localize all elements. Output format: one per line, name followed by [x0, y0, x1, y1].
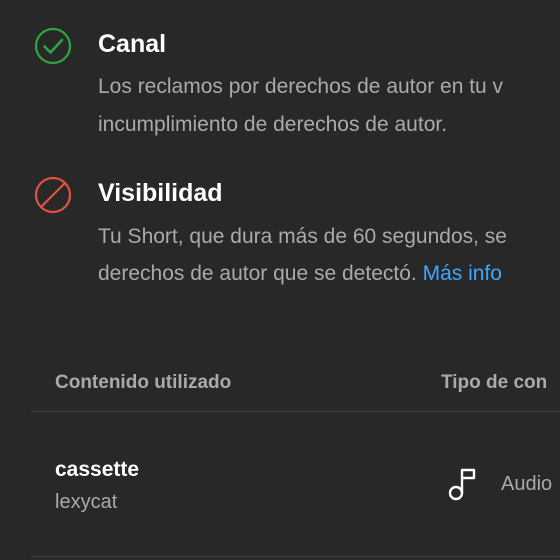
track-artist: lexycat	[55, 491, 118, 513]
column-header-content-used: Contenido utilizado	[55, 372, 232, 393]
visibility-description-line-1: Tu Short, que dura más de 60 segundos, s…	[98, 225, 507, 248]
visibility-description-text: derechos de autor que se detectó.	[98, 262, 417, 285]
table-row[interactable]: cassette lexycat Audio	[0, 414, 560, 556]
table-row-divider	[31, 556, 560, 557]
music-note-icon	[448, 468, 476, 501]
track-title: cassette	[55, 458, 140, 481]
channel-description-line-1: Los reclamos por derechos de autor en tu…	[98, 75, 504, 98]
content-type-label: Audio	[501, 473, 553, 495]
blocked-circle-icon	[34, 176, 72, 214]
learn-more-link[interactable]: Más info	[423, 262, 502, 285]
visibility-description-line-2: derechos de autor que se detectó. Más in…	[98, 255, 502, 293]
check-circle-icon	[34, 27, 72, 65]
channel-description-line-2: incumplimiento de derechos de autor.	[98, 113, 448, 136]
visibility-title: Visibilidad	[98, 179, 223, 207]
channel-title: Canal	[98, 30, 167, 58]
column-header-content-type: Tipo de con	[441, 372, 548, 393]
table-header-divider	[31, 411, 560, 412]
